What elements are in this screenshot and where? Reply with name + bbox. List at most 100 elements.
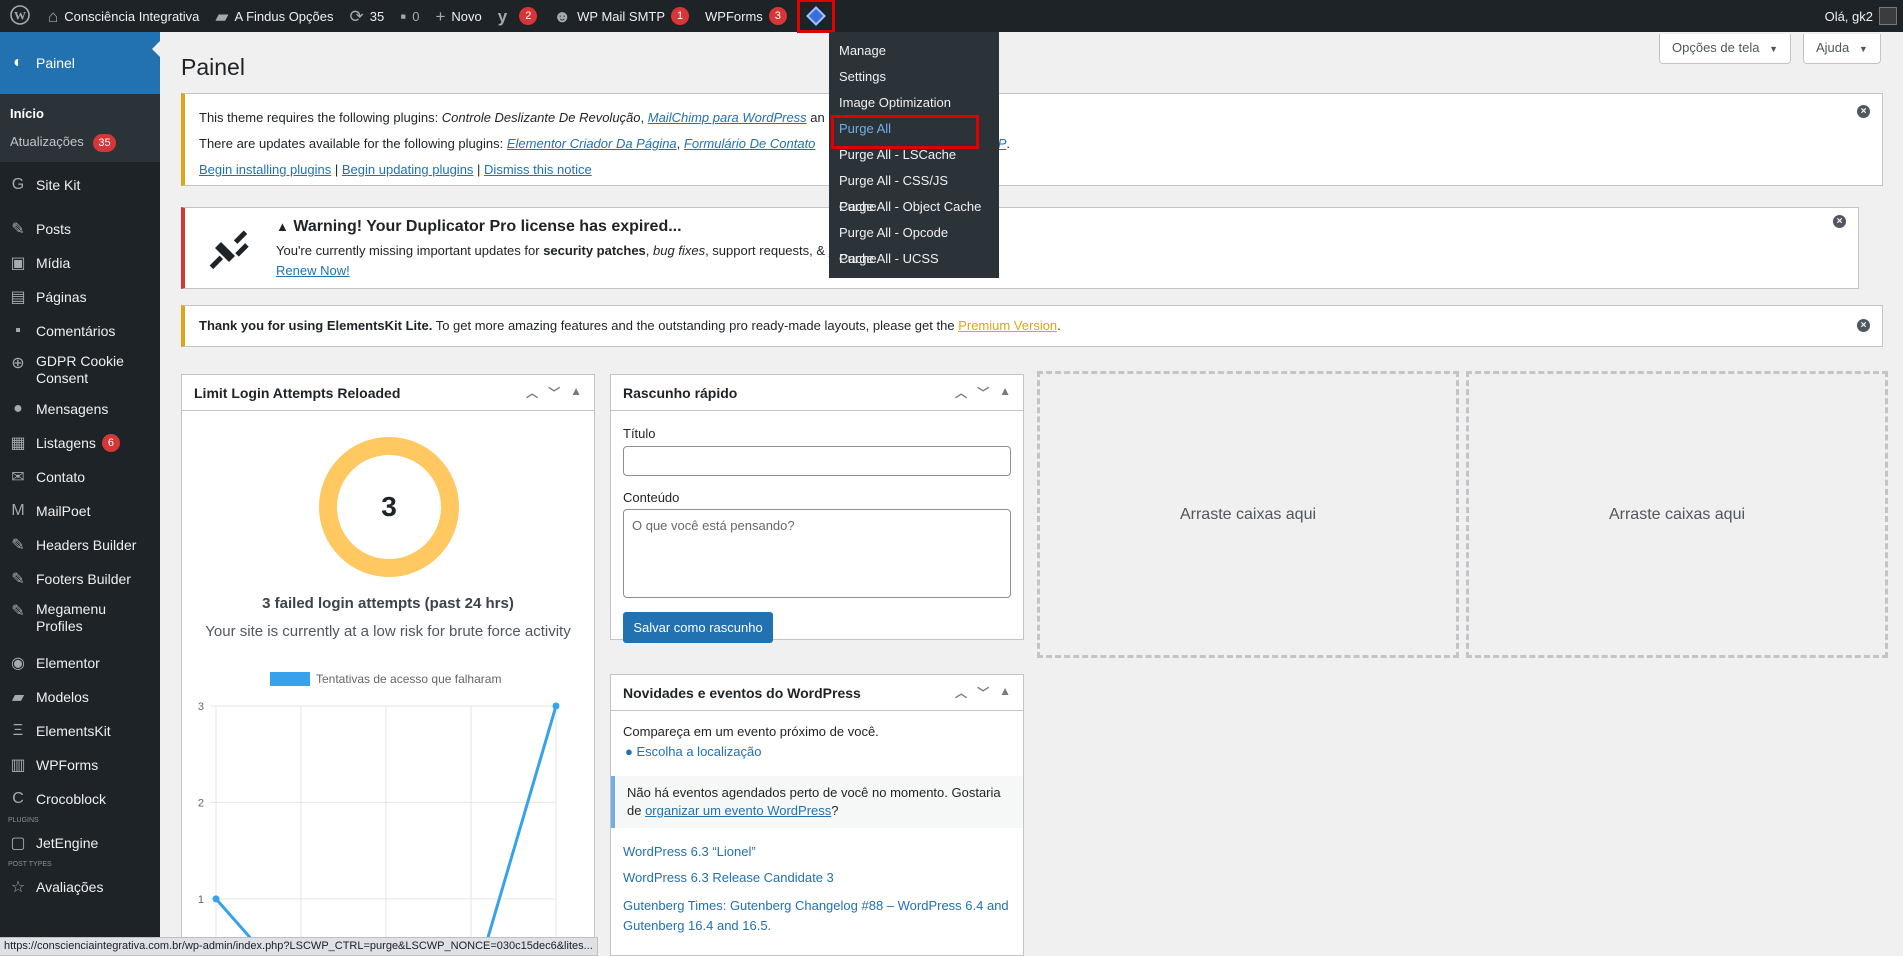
draft-content-textarea[interactable]: O que você está pensando? xyxy=(623,509,1011,598)
separator-post-types: POST TYPES xyxy=(8,861,52,868)
premium-version-link[interactable]: Premium Version xyxy=(958,318,1057,333)
renew-now-link[interactable]: Renew Now! xyxy=(276,263,350,278)
toggle-panel-icon[interactable]: ▲ xyxy=(999,684,1011,701)
news-link[interactable]: WordPress 6.3 “Lionel” xyxy=(623,844,756,859)
browser-status-url: https://conscienciaintegrativa.com.br/wp… xyxy=(0,937,598,956)
data-point[interactable] xyxy=(212,895,220,903)
sidebar-label: Site Kit xyxy=(36,177,81,193)
begin-updating-link[interactable]: Begin updating plugins xyxy=(342,162,474,177)
sidebar-item-templates[interactable]: ▰ Modelos xyxy=(0,680,160,714)
move-up-icon[interactable]: ︿ xyxy=(955,684,967,701)
sidebar-item-gdpr[interactable]: ⊕ GDPR Cookie Consent xyxy=(0,348,160,392)
move-up-icon[interactable]: ︿ xyxy=(955,384,967,401)
ls-purge-lscache[interactable]: Purge All - LSCache xyxy=(829,142,999,168)
sidebar-item-footers-builder[interactable]: ✎ Footers Builder xyxy=(0,562,160,596)
greeting: Olá, gk2 xyxy=(1824,8,1873,24)
sidebar-item-comments[interactable]: ▪ Comentários xyxy=(0,314,160,348)
dropzone-column-4[interactable]: Arraste caixas aqui xyxy=(1466,371,1888,658)
toggle-panel-icon[interactable]: ▲ xyxy=(570,384,582,401)
sidebar-item-elementor[interactable]: ◉ Elementor xyxy=(0,646,160,680)
sidebar-item-listings[interactable]: ▦ Listagens 6 xyxy=(0,426,160,460)
yoast-menu[interactable]: y 2 xyxy=(490,0,545,32)
save-draft-button[interactable]: Salvar como rascunho xyxy=(623,612,773,643)
sidebar-item-headers-builder[interactable]: ✎ Headers Builder xyxy=(0,528,160,562)
sidebar-item-mailpoet[interactable]: M MailPoet xyxy=(0,494,160,528)
sidebar-label: ElementsKit xyxy=(36,723,111,739)
sidebar-item-reviews[interactable]: ☆ Avaliações xyxy=(0,870,160,904)
ls-purge-object[interactable]: Purge All - Object Cache xyxy=(829,194,999,220)
ls-purge-opcode[interactable]: Purge All - Opcode Cache xyxy=(829,220,999,266)
wpforms-menu[interactable]: WPForms 3 xyxy=(697,0,795,32)
help-label: Ajuda xyxy=(1816,40,1850,55)
updates-count: 35 xyxy=(369,8,385,24)
admin-bar: W ⌂ Consciência Integrativa ▰ A Findus O… xyxy=(0,0,1903,33)
ls-purge-ucss[interactable]: Purge All - UCSS xyxy=(829,246,999,272)
sidebar-item-megamenu[interactable]: ✎ Megamenu Profiles xyxy=(0,596,160,640)
sidebar-item-site-kit[interactable]: G Site Kit xyxy=(0,168,160,202)
sidebar-item-pages[interactable]: ▤ Páginas xyxy=(0,280,160,314)
help-button[interactable]: Ajuda ▼ xyxy=(1803,34,1881,64)
ls-purge-cssjs[interactable]: Purge All - CSS/JS Cache xyxy=(829,168,999,214)
plug-icon xyxy=(207,222,255,273)
plugin-link-contact-form[interactable]: Formulário De Contato xyxy=(684,136,816,151)
notice-text: This theme requires the following plugin… xyxy=(199,110,442,125)
chart-y-axis: 3210 xyxy=(198,701,204,906)
move-down-icon[interactable]: ﹀ xyxy=(977,684,989,701)
comments-menu[interactable]: ▪ 0 xyxy=(392,0,427,32)
dismiss-notice-link[interactable]: Dismiss this notice xyxy=(484,162,592,177)
chart-grid xyxy=(210,705,557,955)
star-icon: ☆ xyxy=(10,879,26,896)
plugin-link-mailchimp[interactable]: MailChimp para WordPress xyxy=(648,110,807,125)
close-icon[interactable]: × xyxy=(1857,319,1870,332)
ls-manage[interactable]: Manage xyxy=(829,38,999,64)
news-link[interactable]: WordPress 6.3 Release Candidate 3 xyxy=(623,870,834,885)
wp-logo-menu[interactable]: W xyxy=(0,0,40,32)
screen-options-label: Opções de tela xyxy=(1672,40,1760,55)
close-icon[interactable]: × xyxy=(1857,105,1870,118)
ls-settings[interactable]: Settings xyxy=(829,64,999,90)
my-account-menu[interactable]: Olá, gk2 xyxy=(1817,0,1903,32)
updates-menu[interactable]: ⟳ 35 xyxy=(342,0,393,32)
sidebar-item-messages[interactable]: ● Mensagens xyxy=(0,392,160,426)
toggle-panel-icon[interactable]: ▲ xyxy=(999,384,1011,401)
notice-text: , support requests, & xyxy=(705,243,829,258)
sidebar-label: GDPR Cookie Consent xyxy=(36,353,124,386)
organize-event-link[interactable]: organizar um evento WordPress xyxy=(645,803,831,818)
failed-attempts-chart: Tentativas de acesso que falharam 3210 xyxy=(198,672,560,955)
site-name-menu[interactable]: ⌂ Consciência Integrativa xyxy=(40,0,207,32)
sidebar-sub-home[interactable]: Início xyxy=(0,100,160,128)
widget-title: Limit Login Attempts Reloaded xyxy=(194,384,401,401)
sidebar-item-elementskit[interactable]: Ξ ElementsKit xyxy=(0,714,160,748)
sidebar-item-posts[interactable]: ✎ Posts xyxy=(0,212,160,246)
draft-title-input[interactable] xyxy=(623,446,1011,476)
findus-menu[interactable]: ▰ A Findus Opções xyxy=(207,0,341,32)
notice-text: , xyxy=(645,243,654,258)
begin-installing-link[interactable]: Begin installing plugins xyxy=(199,162,331,177)
litespeed-menu-button[interactable] xyxy=(796,0,835,33)
close-icon[interactable]: × xyxy=(1833,215,1846,228)
sidebar-item-media[interactable]: ▣ Mídia xyxy=(0,246,160,280)
sidebar-item-contact[interactable]: ✉ Contato xyxy=(0,460,160,494)
duplicator-title: ▲ Warning! Your Duplicator Pro license h… xyxy=(276,218,682,236)
move-up-icon[interactable]: ︿ xyxy=(526,384,538,401)
sidebar-item-wpforms[interactable]: ▥ WPForms xyxy=(0,748,160,782)
screen-options-button[interactable]: Opções de tela ▼ xyxy=(1659,34,1791,64)
new-content-menu[interactable]: + Novo xyxy=(427,0,489,32)
data-point[interactable] xyxy=(552,702,560,710)
wp-mail-smtp-menu[interactable]: ☻ WP Mail SMTP 1 xyxy=(545,0,697,32)
sidebar-label: Contato xyxy=(36,469,86,485)
move-down-icon[interactable]: ﹀ xyxy=(977,384,989,401)
news-link[interactable]: Gutenberg Times: Gutenberg Changelog #88… xyxy=(623,896,1013,936)
plugin-link-elementor[interactable]: Elementor Criador Da Página xyxy=(507,136,677,151)
ls-image-optimization[interactable]: Image Optimization xyxy=(829,90,999,116)
sidebar-sub-updates[interactable]: Atualizações 35 xyxy=(0,128,160,156)
move-down-icon[interactable]: ﹀ xyxy=(548,384,560,401)
sidebar-item-jetengine[interactable]: ▢ JetEngine xyxy=(0,826,160,860)
choose-location-button[interactable]: ● Escolha a localização xyxy=(625,744,762,759)
dropzone-column-3[interactable]: Arraste caixas aqui xyxy=(1037,371,1459,658)
sidebar-item-dashboard[interactable]: ◐ Painel xyxy=(0,32,160,94)
sidebar-item-crocoblock[interactable]: C Crocoblock xyxy=(0,782,160,816)
notice-text: an xyxy=(806,110,825,125)
folder-icon: ▰ xyxy=(11,689,25,706)
ls-purge-all[interactable]: Purge All xyxy=(829,115,999,149)
